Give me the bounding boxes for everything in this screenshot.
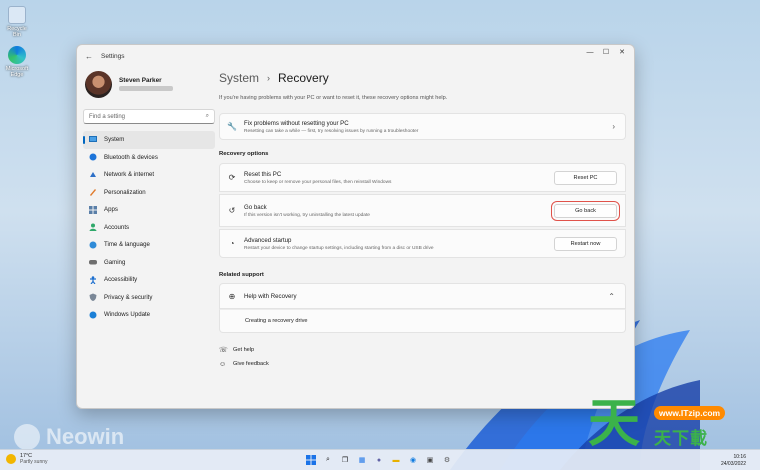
- chevron-right-icon: ›: [612, 122, 615, 131]
- help-icon: ☏: [219, 347, 228, 354]
- watermark-glyph: 天: [588, 393, 641, 454]
- window-controls: — ☐ ✕: [582, 45, 630, 59]
- advanced-startup-card: ◔ Advanced startup Restart your device t…: [219, 229, 626, 258]
- start-icon[interactable]: [305, 454, 317, 466]
- search-placeholder: Find a setting: [89, 113, 126, 120]
- site-watermark: 天 www.ITzip.com 天下載: [588, 394, 756, 456]
- search-icon[interactable]: ⌕: [322, 454, 334, 466]
- globe-clock-icon: [89, 241, 97, 249]
- restart-now-button[interactable]: Restart now: [554, 236, 617, 251]
- update-icon: [89, 311, 97, 319]
- intro-text: If you're having problems with your PC o…: [219, 95, 448, 101]
- sidebar-nav: System Bluetooth & devices Network & int…: [83, 131, 215, 324]
- related-support-header: Related support: [219, 272, 264, 278]
- sidebar-item-accessibility[interactable]: Accessibility: [83, 271, 215, 289]
- brush-icon: [89, 188, 97, 197]
- edge-icon[interactable]: ◉: [407, 454, 419, 466]
- sidebar-item-network[interactable]: Network & internet: [83, 166, 215, 184]
- sidebar-item-apps[interactable]: Apps: [83, 201, 215, 219]
- chevron-right-icon: ›: [267, 73, 271, 83]
- minimize-button[interactable]: —: [582, 45, 598, 59]
- title-bar: ← Settings — ☐ ✕: [77, 45, 634, 67]
- settings-window: ← Settings — ☐ ✕ Steven Parker Find a se…: [76, 44, 635, 409]
- bluetooth-icon: [89, 153, 97, 161]
- weather-widget[interactable]: 17°C Partly sunny: [6, 453, 48, 465]
- sun-icon: [6, 454, 16, 464]
- close-button[interactable]: ✕: [614, 45, 630, 59]
- file-explorer-icon[interactable]: ▬: [390, 454, 402, 466]
- chevron-up-icon: ⌃: [608, 291, 615, 301]
- fix-problems-card[interactable]: 🔧 Fix problems without resetting your PC…: [219, 113, 626, 140]
- go-back-card: ↺ Go back If this version isn't working,…: [219, 194, 626, 227]
- main-content: System › Recovery If you're having probl…: [219, 67, 626, 371]
- startup-icon: ◔: [229, 239, 235, 248]
- neowin-logo-icon: [14, 424, 40, 450]
- breadcrumb-parent[interactable]: System: [219, 71, 259, 85]
- sidebar-item-windows-update[interactable]: Windows Update: [83, 306, 215, 324]
- shield-icon: [89, 293, 97, 302]
- display-icon: [89, 136, 97, 144]
- history-icon: ↺: [228, 206, 236, 215]
- reset-pc-button[interactable]: Reset PC: [554, 170, 617, 185]
- feedback-icon: ☺: [219, 360, 227, 368]
- go-back-button[interactable]: Go back: [551, 200, 620, 221]
- desktop-icon-edge[interactable]: Microsoft Edge: [4, 46, 30, 78]
- breadcrumb: System › Recovery: [219, 71, 626, 85]
- sidebar: Steven Parker Find a setting ⌕ System Bl…: [83, 67, 215, 324]
- settings-gear-icon[interactable]: ⚙: [441, 454, 453, 466]
- wifi-icon: [89, 171, 97, 179]
- sidebar-item-accounts[interactable]: Accounts: [83, 219, 215, 237]
- edge-icon: [8, 46, 26, 64]
- person-icon: [89, 223, 97, 232]
- wrench-icon: 🔧: [227, 122, 237, 131]
- reset-pc-card: ⟳ Reset this PC Choose to keep or remove…: [219, 163, 626, 192]
- sidebar-item-gaming[interactable]: Gaming: [83, 254, 215, 272]
- sidebar-item-system[interactable]: System: [83, 131, 215, 149]
- chat-icon[interactable]: ●: [373, 454, 385, 466]
- apps-icon: [89, 205, 97, 214]
- help-with-recovery-body: Creating a recovery drive: [219, 309, 626, 333]
- user-email-redacted: [119, 86, 173, 91]
- page-title: Recovery: [278, 71, 329, 85]
- watermark-url: www.ITzip.com: [654, 406, 726, 420]
- store-icon[interactable]: ▣: [424, 454, 436, 466]
- task-view-icon[interactable]: ❐: [339, 454, 351, 466]
- give-feedback-link[interactable]: ☺ Give feedback: [219, 357, 626, 371]
- gamepad-icon: [89, 258, 97, 266]
- neowin-watermark: Neowin: [14, 424, 124, 450]
- user-profile[interactable]: Steven Parker: [83, 67, 215, 101]
- watermark-text: 天下載: [654, 429, 708, 449]
- creating-recovery-drive-link[interactable]: Creating a recovery drive: [245, 318, 308, 324]
- maximize-button[interactable]: ☐: [598, 45, 614, 59]
- search-icon: ⌕: [205, 113, 209, 119]
- get-help-link[interactable]: ☏ Get help: [219, 343, 626, 357]
- taskbar-pinned-apps: ⌕ ❐ ▦ ● ▬ ◉ ▣ ⚙: [305, 454, 453, 466]
- recovery-options-header: Recovery options: [219, 151, 269, 157]
- search-input[interactable]: Find a setting ⌕: [83, 109, 215, 124]
- sidebar-item-privacy[interactable]: Privacy & security: [83, 289, 215, 307]
- back-arrow-icon[interactable]: ←: [85, 52, 93, 61]
- recycle-bin-icon: [8, 6, 26, 24]
- window-title: Settings: [101, 52, 125, 60]
- globe-icon: ⊕: [228, 291, 236, 301]
- reset-pc-icon: ⟳: [228, 173, 236, 182]
- accessibility-icon: [89, 275, 97, 284]
- desktop-icon-recycle-bin[interactable]: Recycle Bin: [4, 6, 30, 38]
- help-with-recovery-header[interactable]: ⊕ Help with Recovery ⌃: [219, 283, 626, 309]
- widgets-icon[interactable]: ▦: [356, 454, 368, 466]
- avatar: [85, 70, 112, 98]
- footer-links: ☏ Get help ☺ Give feedback: [219, 343, 626, 371]
- sidebar-item-personalization[interactable]: Personalization: [83, 184, 215, 202]
- user-name: Steven Parker: [119, 77, 162, 84]
- sidebar-item-time-language[interactable]: Time & language: [83, 236, 215, 254]
- sidebar-item-bluetooth[interactable]: Bluetooth & devices: [83, 149, 215, 167]
